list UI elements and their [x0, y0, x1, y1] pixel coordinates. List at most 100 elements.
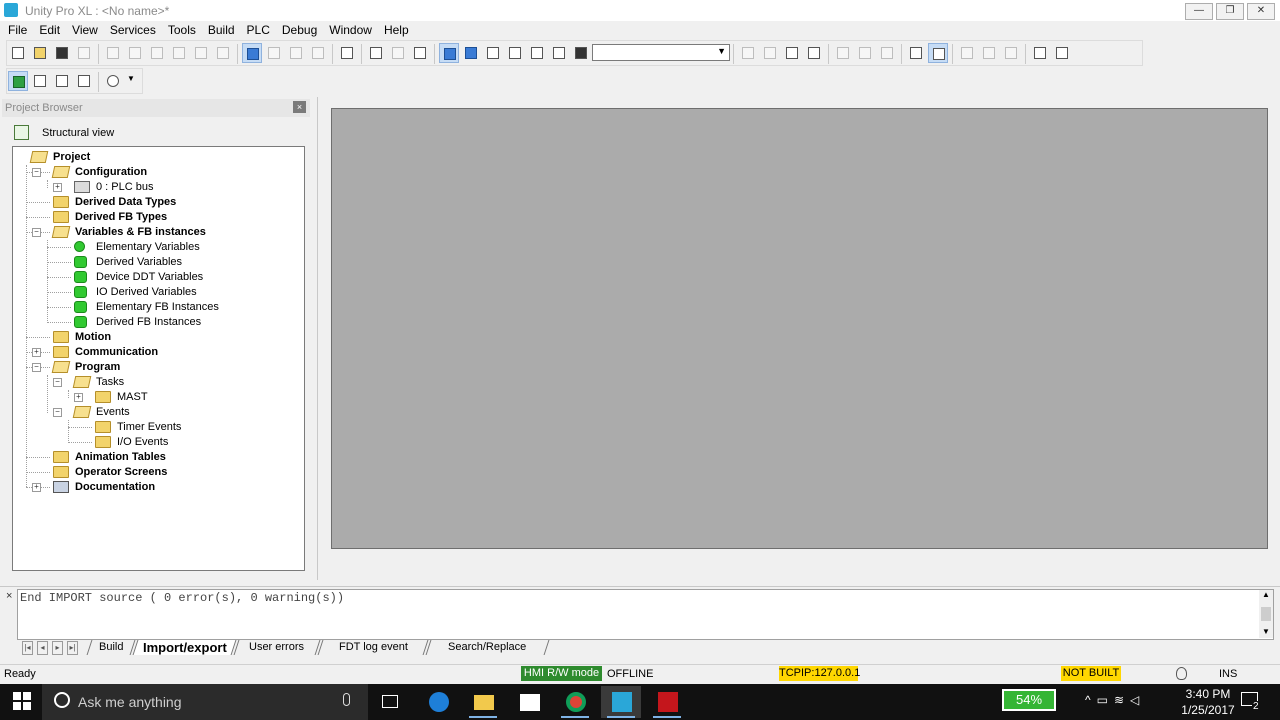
redo-icon[interactable] [191, 43, 211, 63]
menu-debug[interactable]: Debug [276, 21, 323, 37]
project-browser-close-icon[interactable]: × [293, 101, 306, 113]
unity-pro-app-icon[interactable] [4, 3, 18, 17]
search-combo[interactable]: ▼ [592, 44, 730, 61]
paste-icon[interactable] [147, 43, 167, 63]
taskbar-edge[interactable] [418, 686, 458, 718]
tab-last-icon[interactable]: ▸| [67, 641, 78, 655]
simulator-icon[interactable] [782, 43, 802, 63]
menu-tools[interactable]: Tools [162, 21, 202, 37]
expand-icon[interactable]: + [74, 393, 83, 402]
menu-edit[interactable]: Edit [33, 21, 66, 37]
zoom-dropdown-icon[interactable]: ▼ [125, 71, 139, 91]
editor-canvas[interactable] [331, 108, 1268, 549]
binoculars-icon[interactable] [571, 43, 591, 63]
zoom-in-icon[interactable] [103, 71, 123, 91]
monitor-icon[interactable] [928, 43, 948, 63]
clock-date[interactable]: 1/25/2017 [1176, 703, 1240, 717]
menu-view[interactable]: View [66, 21, 104, 37]
validate-icon[interactable] [213, 43, 233, 63]
structural-view-icon[interactable] [8, 71, 28, 91]
scroll-up-icon[interactable]: ▲ [1262, 590, 1270, 599]
expand-icon[interactable]: + [32, 348, 41, 357]
task-view-button[interactable] [370, 686, 410, 718]
analyze-icon[interactable] [242, 43, 262, 63]
replace-icon[interactable] [549, 43, 569, 63]
collapse-icon[interactable]: − [53, 378, 62, 387]
export-icon[interactable] [337, 43, 357, 63]
clock-time[interactable]: 3:40 PM [1182, 687, 1234, 701]
context-help-icon[interactable] [1052, 43, 1072, 63]
run-icon[interactable] [833, 43, 853, 63]
screen-icon[interactable] [505, 43, 525, 63]
horizontal-view-icon[interactable] [74, 71, 94, 91]
windows-start-icon[interactable] [13, 692, 31, 710]
chevron-down-icon[interactable]: ▼ [717, 46, 726, 56]
expand-icon[interactable]: + [32, 483, 41, 492]
output-scrollbar[interactable]: ▲ ▼ [1259, 590, 1273, 638]
init-icon[interactable] [877, 43, 897, 63]
copy-icon[interactable] [103, 43, 123, 63]
transfer-icon[interactable] [760, 43, 780, 63]
tab-import-export[interactable]: Import/export [132, 640, 237, 655]
taskbar-file-explorer[interactable] [463, 686, 503, 718]
tab-prev-icon[interactable]: ◂ [37, 641, 48, 655]
menu-plc[interactable]: PLC [241, 21, 276, 37]
scroll-down-icon[interactable]: ▼ [1262, 627, 1270, 636]
build-icon[interactable] [366, 43, 386, 63]
system-tray-icons[interactable]: ^▭≋◁ [1085, 693, 1145, 707]
collapse-icon[interactable]: − [32, 168, 41, 177]
tile-vertical-icon[interactable] [1001, 43, 1021, 63]
tile-horizontal-icon[interactable] [979, 43, 999, 63]
project-tree[interactable]: Project − Configuration +0 : PLC bus Deri… [12, 146, 305, 571]
zoom-icon[interactable] [286, 43, 306, 63]
expand-icon[interactable]: + [53, 183, 62, 192]
tab-first-icon[interactable]: |◂ [22, 641, 33, 655]
taskbar-acrobat[interactable] [647, 686, 687, 718]
standard-mode-icon[interactable] [804, 43, 824, 63]
volume-icon[interactable]: ◁ [1130, 693, 1145, 707]
table-icon[interactable] [483, 43, 503, 63]
collapse-icon[interactable]: − [32, 228, 41, 237]
battery-indicator[interactable]: 54% [1002, 689, 1056, 711]
minimize-button[interactable]: — [1185, 3, 1213, 20]
stop-icon[interactable] [855, 43, 875, 63]
tab-build[interactable]: Build [86, 640, 136, 655]
scroll-thumb[interactable] [1261, 607, 1271, 621]
tab-search-replace[interactable]: Search/Replace [425, 640, 550, 655]
menu-window[interactable]: Window [323, 21, 378, 37]
menu-services[interactable]: Services [104, 21, 162, 37]
io-icon[interactable] [410, 43, 430, 63]
rebuild-icon[interactable] [388, 43, 408, 63]
functional-view-icon[interactable] [30, 71, 50, 91]
connect-icon[interactable] [738, 43, 758, 63]
output-close-icon[interactable]: × [6, 590, 12, 602]
wifi-icon[interactable]: ≋ [1114, 693, 1130, 707]
help-icon[interactable] [1030, 43, 1050, 63]
print-icon[interactable] [74, 43, 94, 63]
microphone-icon[interactable] [343, 693, 350, 706]
structural-view-label[interactable]: Structural view [42, 127, 114, 139]
cut-icon[interactable] [125, 43, 145, 63]
tab-user-errors[interactable]: User errors [233, 640, 321, 655]
tab-next-icon[interactable]: ▸ [52, 641, 63, 655]
tab-fdt-log-event[interactable]: FDT log event [317, 640, 429, 655]
close-button[interactable]: ✕ [1247, 3, 1275, 20]
new-icon[interactable] [8, 43, 28, 63]
taskbar-unity-pro[interactable] [601, 686, 641, 718]
collapse-icon[interactable]: − [32, 363, 41, 372]
panel-icon[interactable] [308, 43, 328, 63]
animation-icon[interactable] [906, 43, 926, 63]
undo-icon[interactable] [169, 43, 189, 63]
taskbar-chrome[interactable] [555, 686, 595, 718]
browser-icon[interactable] [439, 43, 459, 63]
cascade-icon[interactable] [957, 43, 977, 63]
battery-icon[interactable]: ▭ [1097, 693, 1114, 707]
show-hidden-icon[interactable]: ^ [1085, 693, 1097, 707]
find-icon[interactable] [264, 43, 284, 63]
collapse-icon[interactable]: − [53, 408, 62, 417]
save-icon[interactable] [52, 43, 72, 63]
cross-ref-icon[interactable] [527, 43, 547, 63]
menu-file[interactable]: File [0, 21, 33, 37]
menu-build[interactable]: Build [202, 21, 241, 37]
split-view-icon[interactable] [52, 71, 72, 91]
